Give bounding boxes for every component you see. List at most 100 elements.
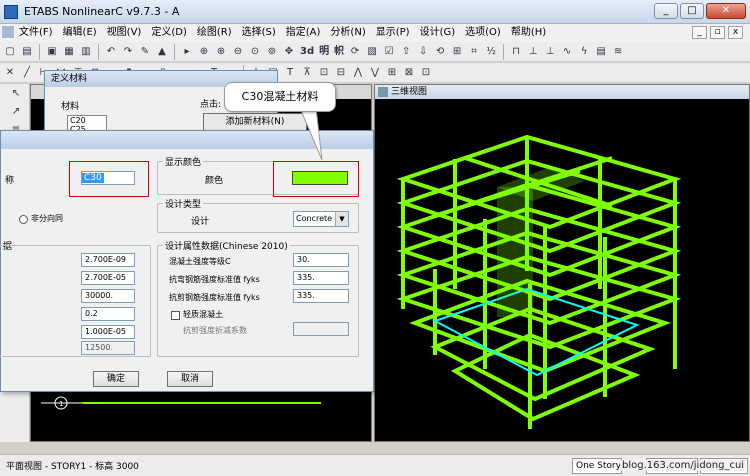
plan-view-button[interactable]: 明 (317, 44, 331, 60)
design-icon[interactable]: ⊡ (418, 65, 434, 81)
supports-icon[interactable]: ⊥ (525, 44, 541, 60)
zoom-out-icon[interactable]: ⊖ (230, 44, 246, 60)
menu-select[interactable]: 选择(S) (237, 26, 281, 40)
menu-help[interactable]: 帮助(H) (506, 26, 551, 40)
minimize-button[interactable]: _ (654, 3, 678, 19)
poisson-ratio-field[interactable]: 0.2 (81, 307, 135, 321)
menu-display[interactable]: 显示(P) (371, 26, 415, 40)
menu-define[interactable]: 定义(D) (146, 26, 192, 40)
zoom-previous-icon[interactable]: ⊚ (264, 44, 280, 60)
assign-shell-icon[interactable]: ⊼ (299, 65, 315, 81)
draw-line-icon[interactable]: ╱ (19, 65, 35, 81)
toolbar-separator (98, 43, 99, 60)
toolbar-main: ▢ ▤ ▣ ▦ ▥ ↶ ↷ ✎ ▲ ▸ ⊕ ⊕ ⊖ ⊙ ⊚ ✥ 3d 明 帜 ⟳… (0, 42, 750, 62)
view-3d-button[interactable]: 3d (298, 44, 316, 60)
elastic-modulus-field[interactable]: 30000. (81, 289, 135, 303)
run-analysis-icon[interactable]: ▸ (179, 44, 195, 60)
doc-minimize-button[interactable]: _ (692, 26, 707, 39)
elevation-view-button[interactable]: 帜 (332, 44, 346, 60)
cancel-button[interactable]: 取消 (167, 371, 213, 387)
menu-bar: 文件(F) 编辑(E) 视图(V) 定义(D) 绘图(R) 选择(S) 指定(A… (0, 24, 750, 42)
lock-icon[interactable]: ▲ (154, 44, 170, 60)
grid-icon[interactable]: ⊞ (449, 44, 465, 60)
shell-load-icon[interactable]: ▤ (593, 44, 609, 60)
zoom-in-icon[interactable]: ⊕ (213, 44, 229, 60)
doc-close-button[interactable]: x (728, 26, 743, 39)
assign-load-icon[interactable]: ⊡ (316, 65, 332, 81)
menu-design[interactable]: 设计(G) (415, 26, 461, 40)
document-icon (2, 26, 14, 38)
menu-assign[interactable]: 指定(A) (281, 26, 326, 40)
deformed-shape-icon[interactable]: ⋀ (350, 65, 366, 81)
isotropy-radio[interactable] (19, 215, 28, 224)
story-select[interactable]: One Story (572, 458, 622, 474)
3d-view-header: 三维视图 (375, 85, 749, 99)
snap-icon[interactable]: ⌗ (466, 44, 482, 60)
close-button[interactable]: ✕ (706, 3, 746, 19)
save-icon[interactable]: ▣ (44, 44, 60, 60)
spring-icon[interactable]: ∿ (559, 44, 575, 60)
maximize-button[interactable]: □ (680, 3, 704, 19)
lightning-icon[interactable]: ϟ (576, 44, 592, 60)
add-new-material-button[interactable]: 添加新材料(N) (203, 113, 307, 131)
rotate-icon[interactable]: ⟳ (347, 44, 363, 60)
refresh-icon[interactable]: ⟲ (432, 44, 448, 60)
reduction-factor-field (293, 322, 349, 336)
menu-edit[interactable]: 编辑(E) (58, 26, 102, 40)
thermal-coeff-field[interactable]: 1.000E-05 (81, 325, 135, 339)
material-item[interactable]: C20 (70, 116, 106, 125)
menu-draw[interactable]: 绘图(R) (192, 26, 237, 40)
perspective-icon[interactable]: ▧ (364, 44, 380, 60)
new-file-icon[interactable]: ▢ (2, 44, 18, 60)
3d-model-canvas[interactable] (375, 99, 750, 443)
menu-analyze[interactable]: 分析(N) (325, 26, 370, 40)
ok-button[interactable]: 确定 (93, 371, 139, 387)
forces-icon[interactable]: ⊞ (384, 65, 400, 81)
lightweight-checkbox[interactable] (171, 311, 180, 320)
zoom-window-icon[interactable]: ⊕ (196, 44, 212, 60)
pointer-icon[interactable]: ✕ (2, 65, 18, 81)
3d-view-window[interactable]: 三维视图 (374, 84, 750, 442)
checkbox-icon[interactable]: ☑ (381, 44, 397, 60)
isotropy-radio-label: 非分向同 (31, 214, 63, 223)
menu-view[interactable]: 视图(V) (102, 26, 147, 40)
mass-per-volume-field[interactable]: 2.700E-09 (81, 253, 135, 267)
reshape-icon[interactable]: ↗ (8, 104, 24, 120)
select-pointer-icon[interactable]: ↖ (8, 86, 24, 102)
open-folder-icon[interactable]: ▤ (19, 44, 35, 60)
print-preview-icon[interactable]: ▥ (78, 44, 94, 60)
stress-icon[interactable]: ⊠ (401, 65, 417, 81)
design-label: 设计 (191, 217, 210, 227)
pan-icon[interactable]: ✥ (281, 44, 297, 60)
doc-restore-button[interactable]: ▫ (710, 26, 725, 39)
pencil-icon[interactable]: ✎ (137, 44, 153, 60)
mode-shape-icon[interactable]: ⋁ (367, 65, 383, 81)
wind-icon[interactable]: ≋ (610, 44, 626, 60)
move-up-icon[interactable]: ⇧ (398, 44, 414, 60)
watermark-text: blog.163.com/jidong_cui (620, 460, 747, 471)
move-down-icon[interactable]: ⇩ (415, 44, 431, 60)
chevron-down-icon[interactable]: ▼ (335, 212, 348, 226)
window-title: ETABS NonlinearC v9.7.3 - A (24, 5, 180, 18)
etabs-app-icon (4, 5, 18, 19)
weight-per-volume-field[interactable]: 2.700E-05 (81, 271, 135, 285)
joint-icon[interactable]: ⊥ (542, 44, 558, 60)
print-icon[interactable]: ▦ (61, 44, 77, 60)
menu-file[interactable]: 文件(F) (14, 26, 58, 40)
design-type-select[interactable]: Concrete ▼ (293, 211, 349, 227)
shear-rebar-field[interactable]: 335. (293, 289, 349, 303)
frame-icon[interactable]: ⊓ (508, 44, 524, 60)
3d-view-title: 三维视图 (391, 87, 428, 97)
zoom-all-icon[interactable]: ⊙ (247, 44, 263, 60)
menu-options[interactable]: 选项(O) (460, 26, 506, 40)
display-icon[interactable]: ⊟ (333, 65, 349, 81)
redo-icon[interactable]: ↷ (120, 44, 136, 60)
concrete-grade-label: 混凝土强度等级C (169, 257, 231, 266)
undo-icon[interactable]: ↶ (103, 44, 119, 60)
design-props-title: 设计属性数据(Chinese 2010) (163, 239, 290, 252)
assign-frame-icon[interactable]: T (282, 65, 298, 81)
fraction-icon[interactable]: ½ (483, 44, 499, 60)
bending-rebar-field[interactable]: 335. (293, 271, 349, 285)
materials-group-label: 材料 (61, 102, 80, 112)
concrete-grade-field[interactable]: 30. (293, 253, 349, 267)
